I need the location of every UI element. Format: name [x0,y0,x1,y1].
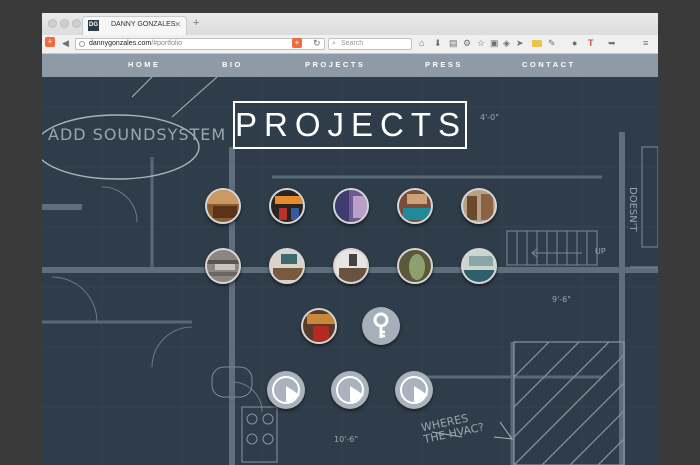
play-icon [336,376,364,404]
play-button[interactable] [395,371,433,409]
play-icon [272,376,300,404]
menu-icon[interactable]: ≡ [643,38,648,49]
clipboard-icon[interactable]: ▤ [449,38,458,49]
close-window-button[interactable] [48,19,57,28]
project-thumbnail[interactable] [333,248,369,284]
chat-icon[interactable]: ● [572,38,577,49]
url-text: dannygonzales.com/#portfolio [89,40,183,47]
site-navigation: HOME BIO PROJECTS PRESS CONTACT [42,54,658,77]
pen-icon[interactable]: ✎ [548,38,556,49]
search-icon: ⌕ [332,40,336,47]
play-button[interactable] [331,371,369,409]
nav-press-link[interactable]: PRESS [425,60,463,69]
note-icon[interactable] [532,40,542,47]
send-icon[interactable]: ➤ [516,38,524,49]
project-thumbnail[interactable] [269,248,305,284]
globe-icon [79,41,85,47]
sketch-note: DOESN'T [627,187,638,232]
project-thumbnail[interactable] [269,188,305,224]
dimension-label: 4'-0" [480,113,499,122]
minimize-window-button[interactable] [60,19,69,28]
project-thumbnail[interactable] [397,248,433,284]
project-thumbnail[interactable] [461,188,497,224]
search-placeholder: Search [341,40,364,47]
dimension-label: 10'-6" [334,435,359,444]
nav-home-link[interactable]: HOME [128,60,161,69]
reload-icon[interactable]: ↻ [313,38,321,49]
blueprint-background: ADD SOUNDSYSTEM WHERES THE HVAC? DOESN'T… [42,77,658,465]
extension-icon[interactable]: + [45,37,55,47]
stair-label: UP [595,247,606,256]
back-icon[interactable]: ◀ [62,38,69,49]
tab-strip: DG DANNY GONZALES ✕ + [42,13,658,36]
settings-icon[interactable]: ⚙ [463,38,471,49]
search-bar[interactable]: ⌕ Search [328,38,412,50]
tab-title: DANNY GONZALES [111,21,176,28]
project-thumbnail[interactable] [205,188,241,224]
nav-bio-link[interactable]: BIO [222,60,243,69]
sketch-note: ADD SOUNDSYSTEM [48,125,227,144]
play-icon [400,376,428,404]
lock-icon[interactable]: ▣ [490,38,499,49]
bookmark-star-icon[interactable]: ☆ [477,38,485,49]
nav-contact-link[interactable]: CONTACT [522,60,576,69]
dimension-label: 9'-6" [552,295,571,304]
browser-window: DG DANNY GONZALES ✕ + + ◀ dannygonzales.… [42,13,658,465]
browser-tab[interactable]: DG DANNY GONZALES ✕ [82,16,187,35]
nav-projects-link[interactable]: PROJECTS [305,60,365,69]
key-button[interactable] [362,307,400,345]
share-icon[interactable]: ➥ [608,38,616,49]
download-icon[interactable]: ⬇ [434,38,442,49]
new-tab-button[interactable]: + [193,17,199,29]
maximize-window-button[interactable] [72,19,81,28]
text-tool-icon[interactable]: T [588,38,594,49]
favicon-icon: DG [88,20,99,31]
address-bar[interactable]: dannygonzales.com/#portfolio [75,38,325,50]
navigation-toolbar: + ◀ dannygonzales.com/#portfolio + ↻ ⌕ S… [42,35,658,54]
project-thumbnail[interactable] [397,188,433,224]
home-icon[interactable]: ⌂ [419,38,424,49]
play-button[interactable] [267,371,305,409]
close-tab-icon[interactable]: ✕ [174,20,181,29]
addon-icon[interactable]: + [292,38,302,48]
page-title: PROJECTS [233,101,467,149]
pocket-icon[interactable]: ◈ [503,38,510,49]
project-thumbnail[interactable] [205,248,241,284]
project-thumbnail[interactable] [461,248,497,284]
key-icon [373,312,389,338]
project-thumbnail[interactable] [333,188,369,224]
project-thumbnail[interactable] [301,308,337,344]
